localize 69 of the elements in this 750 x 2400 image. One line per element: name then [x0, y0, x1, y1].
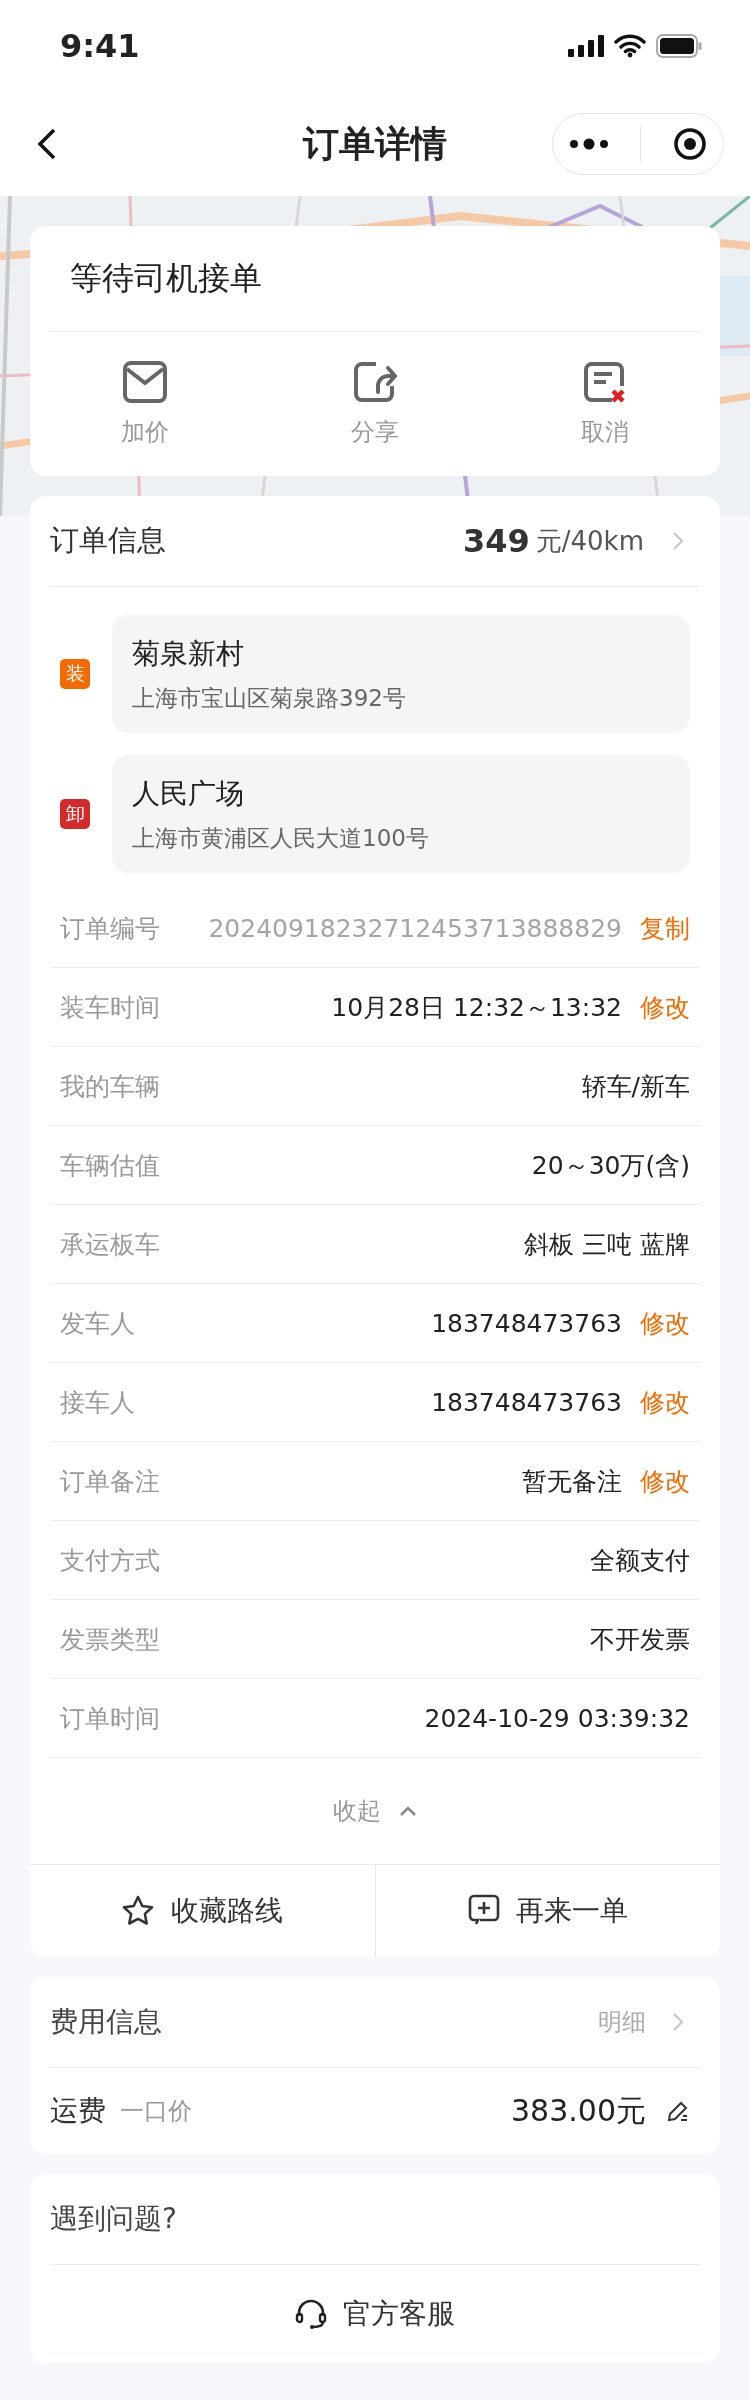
- collapse-button[interactable]: 收起: [325, 1787, 425, 1835]
- row-label: 订单编号: [60, 912, 160, 945]
- section-title: 费用信息: [50, 2004, 163, 2040]
- edit-link[interactable]: 修改: [640, 1306, 690, 1340]
- row-value: 全额支付: [590, 1544, 690, 1577]
- share-icon: [352, 360, 398, 404]
- address-text: 上海市黄浦区人民大道100号: [132, 823, 430, 853]
- row-value: 斜板 三吨 蓝牌: [524, 1228, 690, 1261]
- action-button[interactable]: 收藏路线: [30, 1865, 375, 1957]
- action-button[interactable]: 再来一单: [374, 1865, 720, 1957]
- section-title: 订单信息: [50, 522, 167, 559]
- action-button[interactable]: 取消: [490, 359, 720, 449]
- customer-service-button[interactable]: 官方客服: [289, 2294, 461, 2334]
- row-label: 订单时间: [60, 1702, 160, 1735]
- close-icon[interactable]: [673, 127, 708, 161]
- envelope-icon: [122, 360, 168, 404]
- more-icon[interactable]: [568, 138, 609, 150]
- row-value: 10月28日 12:32～13:32: [331, 991, 622, 1024]
- row-value: 2024-10-29 03:39:32: [424, 1703, 690, 1733]
- status-time: 9:41: [60, 27, 140, 65]
- row-value: 20～30万(含): [531, 1149, 690, 1182]
- action-button[interactable]: 加价: [30, 359, 260, 449]
- fee-label: 运费: [50, 2093, 106, 2129]
- battery-icon: [656, 34, 702, 58]
- section-title: 遇到问题?: [50, 2201, 177, 2237]
- row-label: 我的车辆: [60, 1070, 160, 1103]
- row-value: 轿车/新车: [581, 1070, 690, 1103]
- wifi-icon: [614, 34, 646, 58]
- stop-tag: 装: [60, 659, 90, 689]
- place-name: 菊泉新村: [132, 635, 245, 672]
- chevron-right-icon: [672, 531, 684, 551]
- page-title: 订单详情: [303, 122, 447, 164]
- action-button[interactable]: 分享: [260, 359, 490, 449]
- fee-note: 一口价: [120, 2096, 192, 2127]
- row-label: 车辆估值: [60, 1149, 160, 1182]
- row-value: 183748473763: [431, 1308, 622, 1338]
- address-card[interactable]: 人民广场 上海市黄浦区人民大道100号: [112, 755, 690, 873]
- row-value: 183748473763: [431, 1387, 622, 1417]
- headset-icon: [295, 2298, 327, 2330]
- row-label: 支付方式: [60, 1544, 160, 1577]
- row-label: 发票类型: [60, 1623, 160, 1656]
- place-name: 人民广场: [132, 775, 245, 812]
- edit-link[interactable]: 修改: [640, 1464, 690, 1498]
- star-icon: [121, 1894, 156, 1928]
- address-card[interactable]: 菊泉新村 上海市宝山区菊泉路392号: [112, 615, 690, 733]
- fee-amount: 383.00元: [511, 2091, 646, 2130]
- row-label: 承运板车: [60, 1228, 160, 1261]
- signal-icon: [568, 35, 604, 57]
- row-label: 发车人: [60, 1307, 135, 1340]
- detail-link[interactable]: 明细: [598, 2006, 684, 2038]
- edit-icon[interactable]: [666, 2099, 690, 2123]
- edit-link[interactable]: 修改: [640, 1385, 690, 1419]
- row-label: 接车人: [60, 1386, 135, 1419]
- row-value: 不开发票: [590, 1623, 690, 1656]
- address-text: 上海市宝山区菊泉路392号: [132, 683, 407, 713]
- price: 349: [462, 522, 530, 560]
- stop-tag: 卸: [60, 799, 90, 829]
- row-label: 订单备注: [60, 1465, 160, 1498]
- edit-link[interactable]: 修改: [640, 990, 690, 1024]
- order-status: 等待司机接单: [70, 257, 262, 299]
- edit-link[interactable]: 复制: [640, 911, 690, 945]
- chevron-right-icon: [672, 2012, 684, 2032]
- document-cancel-icon: [582, 360, 628, 404]
- row-label: 装车时间: [60, 991, 160, 1024]
- chevron-up-icon: [399, 1805, 417, 1817]
- row-value: 20240918232712453713888829: [208, 913, 622, 943]
- price-unit: 元/40km: [535, 524, 644, 558]
- back-icon[interactable]: [36, 127, 58, 161]
- row-value: 暂无备注: [522, 1465, 622, 1498]
